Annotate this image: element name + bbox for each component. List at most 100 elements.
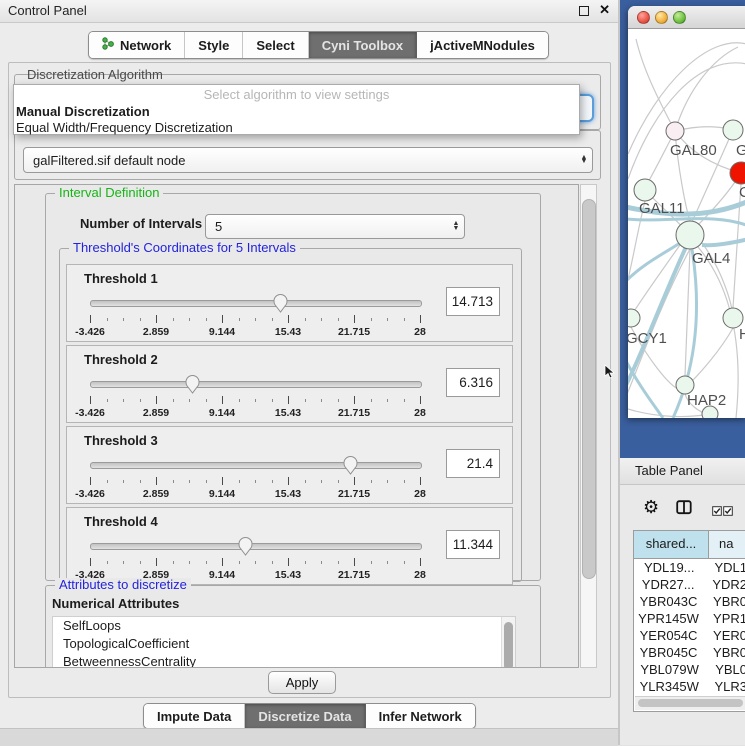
tick-label: 2.859: [143, 407, 169, 419]
tab-network[interactable]: Network: [89, 32, 185, 58]
tick-label: 21.715: [338, 488, 370, 500]
gear-icon[interactable]: ⚙: [643, 497, 659, 518]
threshold-panel: Threshold 1 -3.4262.8599.14415.4321.7152…: [66, 264, 513, 342]
tab-style[interactable]: Style: [185, 32, 243, 58]
dropdown-hint: Select algorithm to view settings: [14, 85, 579, 104]
slider-scale-labels: -3.4262.8599.14415.4321.71528: [90, 407, 420, 420]
panel-title: Control Panel: [8, 3, 87, 18]
node-gcy1[interactable]: [628, 309, 640, 327]
table-row[interactable]: YLR345WYLR3: [634, 678, 745, 695]
column-header-shared-name[interactable]: shared...: [634, 531, 709, 558]
checkbox-icon[interactable]: [712, 504, 722, 519]
table-row[interactable]: YER054CYER0: [634, 627, 745, 644]
slider-track[interactable]: [90, 543, 422, 550]
tab-discretize-data[interactable]: Discretize Data: [245, 704, 365, 728]
table-row[interactable]: YDR27...YDR2: [634, 576, 745, 593]
mouse-cursor: [604, 364, 615, 383]
zoom-traffic-light-icon[interactable]: [673, 11, 686, 24]
tick-label: 15.43: [275, 326, 301, 338]
settings-scroll-panel: Interval Definition Number of Intervals …: [14, 184, 579, 668]
tab-select[interactable]: Select: [243, 32, 308, 58]
threshold-label: Threshold 2: [84, 352, 158, 367]
tick-label: -3.426: [75, 407, 105, 419]
numerical-attributes-list[interactable]: SelfLoopsTopologicalCoefficientBetweenne…: [52, 616, 516, 668]
tab-jactivemnodules[interactable]: jActiveMNodules: [417, 32, 548, 58]
node-gal11[interactable]: [634, 179, 656, 201]
tick-label: 21.715: [338, 569, 370, 581]
tab-cyni-toolbox[interactable]: Cyni Toolbox: [309, 32, 417, 58]
node-partial-low-right[interactable]: [723, 308, 743, 328]
cell-name: YDL1: [704, 559, 745, 576]
bottom-strip: [0, 728, 618, 746]
node-selected-red[interactable]: [730, 162, 745, 184]
node-gal4[interactable]: [676, 221, 704, 249]
number-of-intervals-select[interactable]: 5 ▲▼: [205, 214, 465, 239]
cell-name: YBR0: [703, 644, 745, 661]
table-row[interactable]: YBR045CYBR0: [634, 644, 745, 661]
threshold-value-input[interactable]: 14.713: [446, 287, 500, 316]
attribute-item[interactable]: SelfLoops: [53, 617, 515, 635]
number-of-intervals-value: 5: [206, 219, 448, 234]
slider-thumb-icon[interactable]: [343, 455, 358, 475]
tick-label: 21.715: [338, 407, 370, 419]
slider-thumb-icon[interactable]: [238, 536, 253, 556]
list-scrollbar[interactable]: [501, 617, 515, 668]
cell-name: YLR3: [704, 678, 745, 695]
tick-label: 28: [414, 569, 426, 581]
table-horizontal-scrollbar[interactable]: [635, 696, 745, 710]
network-window-titlebar[interactable]: [628, 6, 745, 29]
group-title: Interval Definition: [55, 186, 163, 200]
attribute-item[interactable]: BetweennessCentrality: [53, 653, 515, 668]
apply-button[interactable]: Apply: [268, 671, 336, 694]
table-row[interactable]: YPR145WYPR1: [634, 610, 745, 627]
slider-thumb-icon[interactable]: [273, 293, 288, 313]
close-icon[interactable]: ✕: [599, 2, 610, 18]
threshold-slider[interactable]: -3.4262.8599.14415.4321.71528: [90, 453, 420, 501]
scrollbar-thumb[interactable]: [638, 699, 743, 707]
table-panel-title: Table Panel: [620, 458, 703, 483]
checkbox-icon[interactable]: [723, 504, 733, 519]
tab-label: Style: [198, 38, 229, 53]
dropdown-option-equal-width-frequency[interactable]: Equal Width/Frequency Discretization: [14, 120, 579, 136]
threshold-value-input[interactable]: 21.4: [446, 449, 500, 478]
column-header-name[interactable]: na: [709, 531, 745, 558]
scrollbar-thumb[interactable]: [582, 199, 596, 579]
table-row[interactable]: YBL079WYBL0: [634, 661, 745, 678]
panel-scrollbar[interactable]: [580, 184, 597, 668]
table-row[interactable]: YDL19...YDL1: [634, 559, 745, 576]
threshold-slider[interactable]: -3.4262.8599.14415.4321.71528: [90, 372, 420, 420]
table-data-select[interactable]: galFiltered.sif default node ▲▼: [23, 147, 593, 173]
tab-infer-network[interactable]: Infer Network: [366, 704, 475, 728]
split-columns-icon[interactable]: [676, 500, 692, 518]
minimize-traffic-light-icon[interactable]: [655, 11, 668, 24]
tick-label: 28: [414, 326, 426, 338]
slider-track[interactable]: [90, 381, 422, 388]
tab-impute-data[interactable]: Impute Data: [144, 704, 245, 728]
close-traffic-light-icon[interactable]: [637, 11, 650, 24]
float-window-icon[interactable]: [579, 6, 589, 16]
cell-name: YBL0: [705, 661, 745, 678]
slider-track[interactable]: [90, 300, 422, 307]
network-canvas[interactable]: GAL80 GA C GAL11 GAL4 GCY1 H HAP2: [628, 29, 745, 418]
threshold-value-input[interactable]: 6.316: [446, 368, 500, 397]
cell-name: YER0: [703, 627, 745, 644]
threshold-label: Threshold 4: [84, 514, 158, 529]
network-window: GAL80 GA C GAL11 GAL4 GCY1 H HAP2: [628, 6, 745, 418]
slider-track[interactable]: [90, 462, 422, 469]
table-panel-toolbar: ⚙: [620, 495, 745, 525]
table-body: YDL19...YDL1YDR27...YDR2YBR043CYBR0YPR14…: [634, 559, 745, 712]
dropdown-option-manual-discretization[interactable]: Manual Discretization: [14, 104, 579, 120]
threshold-slider[interactable]: -3.4262.8599.14415.4321.71528: [90, 534, 420, 582]
control-panel: Control Panel ✕ Network Style Select Cyn…: [0, 0, 618, 745]
attribute-item[interactable]: TopologicalCoefficient: [53, 635, 515, 653]
svg-text:H: H: [739, 326, 745, 343]
node-gal80[interactable]: [666, 122, 684, 140]
table-row[interactable]: YBR043CYBR0: [634, 593, 745, 610]
node-partial-top-right[interactable]: [723, 120, 743, 140]
scrollbar-thumb[interactable]: [504, 622, 513, 668]
table-data-selected-value: galFiltered.sif default node: [24, 153, 576, 168]
slider-thumb-icon[interactable]: [185, 374, 200, 394]
tick-label: 28: [414, 488, 426, 500]
threshold-value-input[interactable]: 11.344: [446, 530, 500, 559]
threshold-slider[interactable]: -3.4262.8599.14415.4321.71528: [90, 291, 420, 339]
